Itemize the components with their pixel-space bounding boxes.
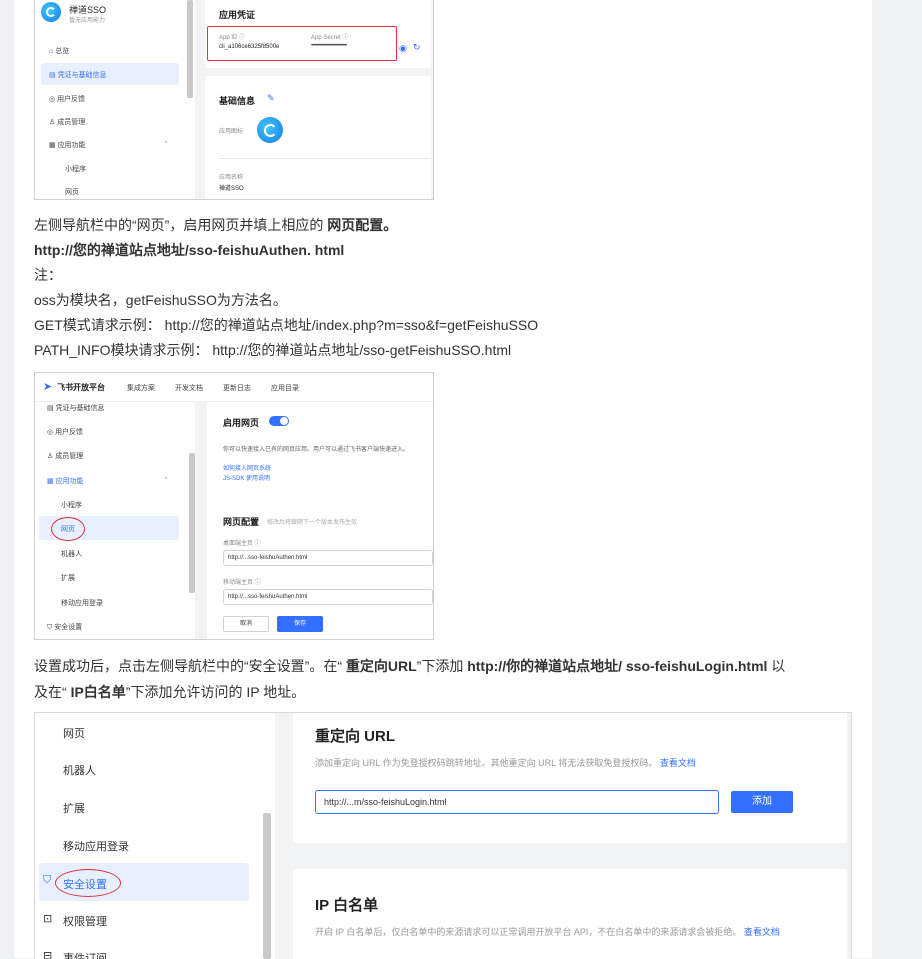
cancel-button[interactable]: 取消 <box>223 616 269 632</box>
sidebar-item-credentials[interactable]: ▤ 凭证与基础信息 <box>47 403 105 413</box>
paragraph-4: oss为模块名，getFeishuSSO为方法名。 <box>34 292 287 308</box>
app-logo-icon <box>41 2 61 22</box>
edit-icon[interactable]: ✎ <box>267 93 275 104</box>
highlight-oval <box>51 517 85 541</box>
sidebar-item-features[interactable]: ▦ 应用功能 <box>47 476 84 486</box>
paragraph-5: GET模式请求示例： http://您的禅道站点地址/index.php?m=s… <box>34 317 539 333</box>
webpage-desc: 你可以快速接入已有的网页应用。用户可以通过飞书客户端快速进入。 <box>223 447 410 453</box>
sidebar-item-members[interactable]: ♙ 成员管理 <box>47 451 83 461</box>
redirect-doc-link[interactable]: 查看文档 <box>660 758 696 768</box>
redirect-title: 重定向 URL <box>315 728 395 745</box>
sidebar-item-features[interactable]: ▦ 应用功能 <box>49 140 86 150</box>
screenshot-app-credentials: 禅道SSO 暂无应用能力 ⌂ 总览 ▤ 凭证与基础信息 ◎ 用户反馈 ♙ 成员管… <box>34 0 434 200</box>
redirect-url-input[interactable]: http://...m/sso-feishuLogin.html <box>315 790 719 814</box>
sidebar-item-webpage[interactable]: 网页 <box>63 725 85 741</box>
sidebar-item-bot[interactable]: 机器人 <box>63 762 96 778</box>
screenshot-security-settings: 网页 机器人 扩展 移动应用登录 ⛉ 安全设置 ⊡ 权限管理 ⊟ 事件订阅 重定… <box>34 712 852 959</box>
sidebar-item-mobile-login[interactable]: 移动应用登录 <box>63 838 129 854</box>
credentials-title: 应用凭证 <box>219 10 256 20</box>
add-redirect-button[interactable]: 添加 <box>731 791 793 813</box>
chevron-up-icon[interactable]: ⌃ <box>163 140 169 148</box>
app-name-value: 禅道SSO <box>219 186 244 192</box>
topnav-solutions[interactable]: 集成方案 <box>127 383 155 393</box>
sidebar-item-miniprogram[interactable]: 小程序 <box>61 500 82 510</box>
enable-webpage-toggle[interactable] <box>269 416 289 426</box>
sidebar-item-extension[interactable]: 扩展 <box>61 573 75 583</box>
sidebar-item-overview[interactable]: ⌂ 总览 <box>49 46 69 56</box>
sidebar-item-webpage[interactable]: 网页 <box>65 187 79 197</box>
topnav-directory[interactable]: 应用目录 <box>271 383 299 393</box>
brand-name: 飞书开放平台 <box>57 383 105 392</box>
sidebar-item-mobile-login[interactable]: 移动应用登录 <box>61 598 103 608</box>
sidebar-item-extension[interactable]: 扩展 <box>63 800 85 816</box>
link-jssdk[interactable]: JS-SDK 使用说明 <box>223 473 270 482</box>
topnav-docs[interactable]: 开发文档 <box>175 383 203 393</box>
highlight-oval <box>55 869 121 897</box>
sidebar-item-members[interactable]: ♙ 成员管理 <box>49 117 85 127</box>
ip-whitelist-desc: 开启 IP 白名单后，仅白名单中的来源请求可以正常调用开放平台 API，不在白名… <box>315 927 780 937</box>
feishu-logo-icon: ➤ <box>43 381 53 393</box>
eye-icon[interactable]: ◉ <box>399 43 407 54</box>
config-title: 网页配置 <box>223 517 260 527</box>
content-gutter <box>195 401 207 639</box>
refresh-icon[interactable]: ↻ <box>413 42 421 53</box>
topnav-changelog[interactable]: 更新日志 <box>223 383 251 393</box>
paragraph-3: 注： <box>34 267 62 283</box>
sidebar-item-bot[interactable]: 机器人 <box>61 549 82 559</box>
enable-webpage-label: 启用网页 <box>223 418 260 428</box>
sidebar-item-permissions[interactable]: 权限管理 <box>63 913 107 929</box>
desktop-home-label: 桌面端主页 ⓘ <box>223 541 261 547</box>
save-button[interactable]: 保存 <box>277 616 323 632</box>
desktop-home-input[interactable]: http://...sso-feishuAuthen.html <box>223 550 433 566</box>
link-integrate[interactable]: 如何接入网页系统 <box>223 463 271 472</box>
app-secret-value: •••••••••••••••••••••••••••••••• <box>311 43 347 49</box>
redirect-desc: 添加重定向 URL 作为免登授权码跳转地址。其他重定向 URL 将无法获取免登授… <box>315 758 696 768</box>
app-icon-label: 应用图标 <box>219 129 244 135</box>
app-icon <box>257 117 283 143</box>
app-name-label: 应用名称 <box>219 175 244 181</box>
sidebar-item-credentials[interactable]: ▤ 凭证与基础信息 <box>49 70 107 80</box>
ip-whitelist-title: IP 白名单 <box>315 897 379 914</box>
app-id-value: cli_a106ce6325f8500e <box>219 44 280 50</box>
paragraph-7: 设置成功后，点击左侧导航栏中的“安全设置”。在“ 重定向URL”下添加 http… <box>34 658 786 674</box>
paragraph-8: 及在“ IP白名单”下添加允许访问的 IP 地址。 <box>34 684 306 700</box>
shield-icon: ⛉ <box>43 874 52 886</box>
app-secret-label: App Secret ⓘ <box>311 35 349 41</box>
sidebar-item-feedback[interactable]: ◎ 用户反馈 <box>49 94 85 104</box>
mobile-home-value: http://...sso-feishuAuthen.html <box>228 594 308 600</box>
paragraph-2: http://您的禅道站点地址/sso-feishuAuthen. html <box>34 242 345 258</box>
app-id-label: App ID ⓘ <box>219 35 246 41</box>
chevron-up-icon[interactable]: ⌃ <box>163 476 169 484</box>
paragraph-6: PATH_INFO模块请求示例： http://您的禅道站点地址/sso-get… <box>34 342 512 358</box>
desktop-home-value: http://...sso-feishuAuthen.html <box>228 555 308 561</box>
sidebar-item-security[interactable]: ⛉ 安全设置 <box>47 622 82 632</box>
basic-info-title: 基础信息 <box>219 96 256 106</box>
sidebar-scrollbar[interactable] <box>187 0 193 98</box>
config-hint: 修改后将跟随下一个版本发布生效 <box>267 520 358 526</box>
paragraph-1: 左侧导航栏中的“网页”，启用网页并填上相应的 网页配置。 <box>34 217 398 233</box>
sidebar-scrollbar[interactable] <box>263 813 271 959</box>
lock-icon: ⊡ <box>43 913 53 925</box>
divider <box>219 158 431 159</box>
mobile-home-label: 移动端主页 ⓘ <box>223 580 261 586</box>
sidebar-item-miniprogram[interactable]: 小程序 <box>65 164 86 174</box>
redirect-url-value: http://...m/sso-feishuLogin.html <box>324 797 447 807</box>
sidebar-item-feedback[interactable]: ◎ 用户反馈 <box>47 427 83 437</box>
screenshot-webpage-config: ➤ 飞书开放平台 集成方案 开发文档 更新日志 应用目录 ▤ 凭证与基础信息 ◎… <box>34 372 434 640</box>
app-subtitle: 暂无应用能力 <box>69 18 106 24</box>
mobile-home-input[interactable]: http://...sso-feishuAuthen.html <box>223 589 433 605</box>
ip-doc-link[interactable]: 查看文档 <box>744 927 780 937</box>
